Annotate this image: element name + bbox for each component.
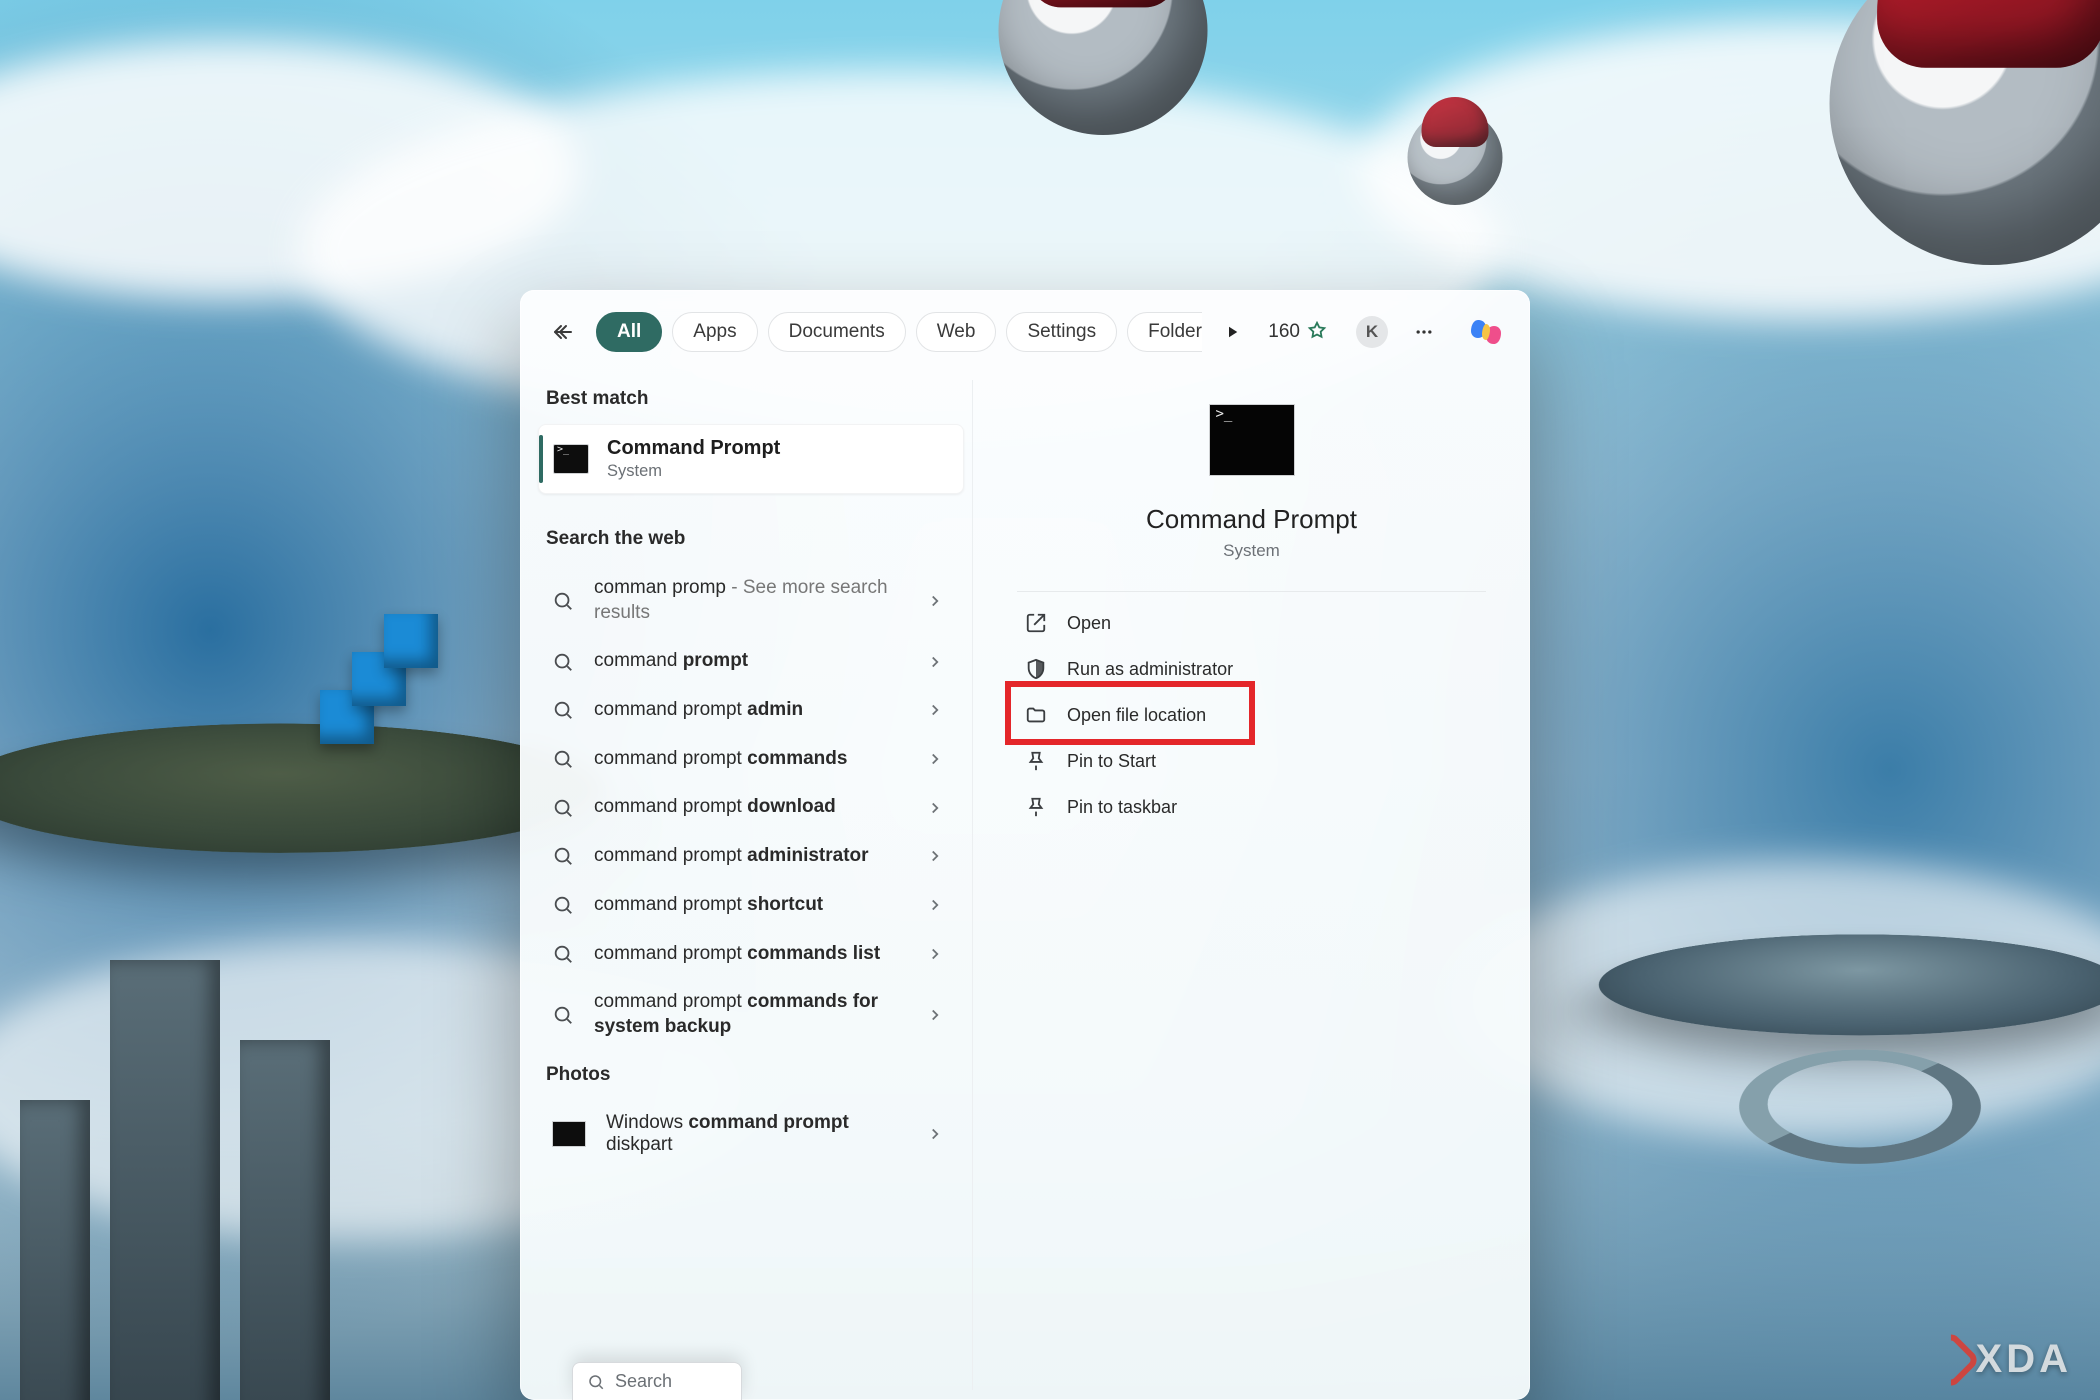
detail-subtitle: System: [1223, 541, 1280, 561]
best-match-result[interactable]: Command Prompt System: [538, 424, 964, 494]
back-button[interactable]: [544, 313, 582, 351]
start-search-panel: AllAppsDocumentsWebSettingsFoldersPh 160…: [520, 290, 1530, 1400]
search-icon: [552, 699, 574, 721]
filter-chips: AllAppsDocumentsWebSettingsFoldersPh: [596, 312, 1202, 352]
chevron-right-icon: [926, 701, 944, 719]
filter-chip-documents[interactable]: Documents: [768, 312, 906, 352]
cmd-icon: [553, 444, 589, 474]
search-icon: [552, 651, 574, 673]
detail-app-icon: [1209, 404, 1295, 476]
filter-chip-web[interactable]: Web: [916, 312, 997, 352]
more-button[interactable]: [1408, 316, 1440, 348]
chevron-right-icon: [926, 653, 944, 671]
chevron-right-icon: [926, 896, 944, 914]
search-icon: [552, 894, 574, 916]
action-open[interactable]: Open: [1017, 600, 1486, 646]
results-column: Best match Command Prompt System Search …: [520, 370, 972, 1400]
search-topbar: AllAppsDocumentsWebSettingsFoldersPh 160…: [520, 290, 1530, 370]
web-result[interactable]: command prompt commands: [538, 735, 964, 784]
detail-divider: [1017, 591, 1486, 592]
best-match-title: Command Prompt: [607, 437, 780, 460]
detail-title: Command Prompt: [1146, 504, 1357, 535]
web-result[interactable]: command prompt: [538, 637, 964, 686]
search-icon: [552, 845, 574, 867]
web-result[interactable]: command prompt commands for system backu…: [538, 978, 964, 1051]
web-result[interactable]: command prompt shortcut: [538, 881, 964, 930]
best-match-subtitle: System: [607, 462, 780, 481]
chevron-right-icon: [926, 1125, 944, 1143]
filters-scroll-right[interactable]: [1216, 316, 1248, 348]
copilot-icon[interactable]: [1468, 314, 1504, 350]
chevron-right-icon: [926, 799, 944, 817]
user-avatar[interactable]: K: [1356, 316, 1388, 348]
chevron-right-icon: [926, 1006, 944, 1024]
action-run-admin[interactable]: Run as administrator: [1017, 646, 1486, 692]
filter-chip-all[interactable]: All: [596, 312, 662, 352]
best-match-heading: Best match: [538, 376, 972, 424]
search-icon: [552, 1004, 574, 1026]
photo-result[interactable]: Windows command prompt diskpart: [538, 1100, 964, 1168]
chevron-right-icon: [926, 592, 944, 610]
rewards-button[interactable]: 160: [1268, 321, 1328, 343]
action-pin-taskbar[interactable]: Pin to taskbar: [1017, 784, 1486, 830]
search-icon: [552, 590, 574, 612]
search-icon: [552, 797, 574, 819]
web-result[interactable]: command prompt admin: [538, 686, 964, 735]
chevron-right-icon: [926, 750, 944, 768]
filter-chip-apps[interactable]: Apps: [672, 312, 757, 352]
detail-pane: Command Prompt System OpenRun as adminis…: [973, 370, 1530, 1400]
desktop-wallpaper: AllAppsDocumentsWebSettingsFoldersPh 160…: [0, 0, 2100, 1400]
web-result[interactable]: command prompt administrator: [538, 832, 964, 881]
taskbar-search[interactable]: Search: [572, 1362, 742, 1400]
photo-thumb-icon: [552, 1121, 586, 1147]
action-open-loc[interactable]: Open file location: [1017, 692, 1486, 738]
filter-chip-settings[interactable]: Settings: [1006, 312, 1117, 352]
search-icon: [552, 748, 574, 770]
web-result[interactable]: command prompt download: [538, 783, 964, 832]
watermark: XDA: [1930, 1337, 2072, 1382]
filter-chip-folders[interactable]: Folders: [1127, 312, 1202, 352]
chevron-right-icon: [926, 847, 944, 865]
search-web-heading: Search the web: [538, 516, 972, 564]
chevron-right-icon: [926, 945, 944, 963]
web-result[interactable]: command prompt commands list: [538, 930, 964, 979]
photos-heading: Photos: [538, 1052, 972, 1100]
rewards-points: 160: [1268, 321, 1300, 343]
action-pin-start[interactable]: Pin to Start: [1017, 738, 1486, 784]
web-result[interactable]: comman promp - See more search results: [538, 564, 964, 637]
search-icon: [552, 943, 574, 965]
